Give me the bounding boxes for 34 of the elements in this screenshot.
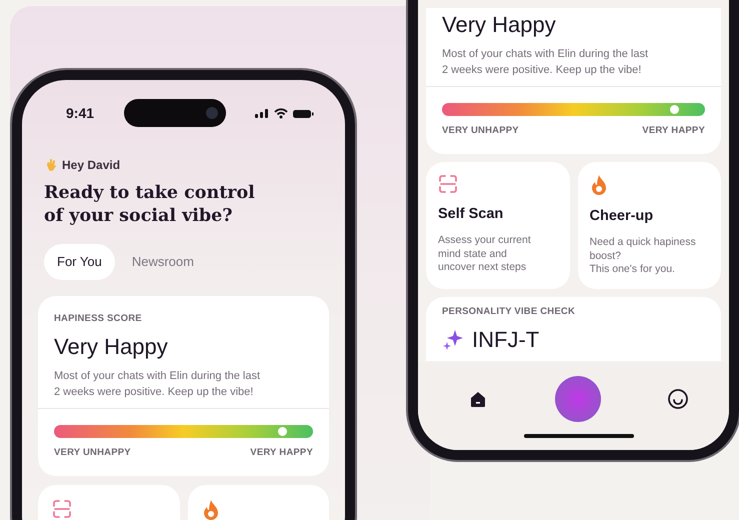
feature-description: Assess your current mind state and uncover next steps — [438, 234, 532, 274]
scale-min-label: VERY UNHAPPY — [442, 124, 519, 138]
score-value: Very Happy — [442, 12, 557, 38]
score-value: Very Happy — [54, 334, 169, 360]
feature-title: Self Scan — [438, 205, 504, 224]
scale-max-label: VERY HAPPY — [250, 446, 313, 460]
status-time: 9:41 — [66, 104, 94, 122]
feature-card[interactable]: Self Scan Assess your current mind state and uncover next steps — [426, 162, 570, 288]
scan-icon — [52, 499, 72, 519]
headline: Ready to take control of your social vibe? — [43, 182, 256, 228]
sparkle-icon — [442, 328, 464, 351]
card-label: PERSONALITY VIBE CHECK — [442, 304, 576, 318]
flame-icon — [202, 499, 220, 520]
feature-description: Need a quick hapiness boost? This one's for you. — [590, 236, 697, 276]
personality-type: INFJ-T — [472, 326, 540, 353]
greeting: Hey David — [62, 157, 120, 174]
smiley-icon — [667, 388, 689, 410]
feature-title: Cheer-up — [590, 207, 654, 226]
tab[interactable]: Newsroom — [118, 244, 207, 280]
feature-card[interactable]: Cheer-up Need a quick hapiness boost? This one's for you. — [578, 162, 721, 288]
tab[interactable]: For You — [44, 244, 115, 280]
waving-hand-icon — [44, 158, 58, 172]
assistant-orb-button[interactable] — [554, 376, 600, 422]
status-icons — [255, 107, 315, 119]
home-icon — [468, 389, 488, 409]
smiley-button[interactable] — [667, 388, 689, 410]
scale-max-label: VERY HAPPY — [642, 124, 705, 138]
score-description: Most of your chats with Elin during the last 2 weeks were positive. Keep up the vibe! — [54, 368, 262, 400]
scale-min-label: VERY UNHAPPY — [54, 446, 131, 460]
home-button[interactable] — [468, 389, 488, 409]
flame-icon — [590, 174, 608, 196]
score-description: Most of your chats with Elin during the last 2 weeks were positive. Keep up the vibe! — [442, 47, 650, 78]
card-label: HAPINESS SCORE — [54, 312, 143, 326]
scan-icon — [438, 174, 458, 194]
